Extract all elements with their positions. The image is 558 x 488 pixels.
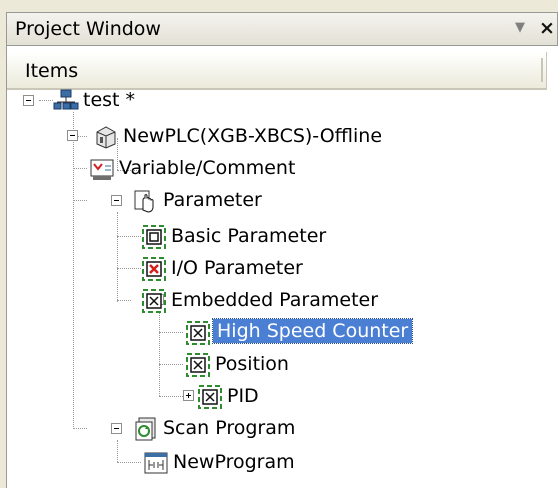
high-speed-counter-icon <box>186 321 210 345</box>
close-icon[interactable]: × <box>539 17 555 39</box>
position-icon <box>186 353 210 377</box>
program-icon <box>144 452 168 474</box>
variable-comment-icon <box>90 159 114 180</box>
collapse-toggle-parameter[interactable] <box>111 195 122 206</box>
collapse-toggle-project[interactable] <box>23 95 34 106</box>
basic-parameter-icon <box>142 225 166 249</box>
tree-item-label: NewPLC(XGB-XBCS)-Offline <box>123 125 383 147</box>
project-window-titlebar: Project Window ▼ × <box>6 12 558 46</box>
tree-item-label: Position <box>215 353 289 375</box>
embedded-parameter-icon <box>142 289 166 313</box>
io-parameter-icon <box>142 257 166 281</box>
tree-item-label: Embedded Parameter <box>171 289 379 311</box>
collapse-toggle-plc[interactable] <box>67 130 78 141</box>
tree-item-label: Parameter <box>163 189 262 211</box>
tree-item-label: Basic Parameter <box>171 225 327 247</box>
tree-item-label: High Speed Counter <box>211 318 414 344</box>
expand-toggle-pid[interactable] <box>183 390 194 401</box>
tree-item-label: NewProgram <box>173 451 295 473</box>
project-tree: test * NewPLC(XGB-XBCS)-Offline Variable… <box>7 46 558 488</box>
collapse-toggle-scan[interactable] <box>111 423 122 434</box>
tree-item-label: PID <box>227 385 259 407</box>
dropdown-arrow-icon[interactable]: ▼ <box>515 20 525 35</box>
plc-cube-icon <box>96 126 116 149</box>
project-tree-panel: Items test * NewPLC(XGB-XBCS)-Offline Va… <box>6 46 558 488</box>
project-network-icon <box>53 89 79 110</box>
pid-icon <box>198 385 222 409</box>
tree-item-label: Scan Program <box>163 417 296 439</box>
scan-program-icon <box>135 417 156 441</box>
tree-item-label: test * <box>83 89 136 111</box>
tree-item-label: Variable/Comment <box>119 157 296 179</box>
parameter-hand-icon <box>134 190 154 213</box>
window-title: Project Window <box>15 18 161 40</box>
tree-item-label: I/O Parameter <box>171 257 303 279</box>
